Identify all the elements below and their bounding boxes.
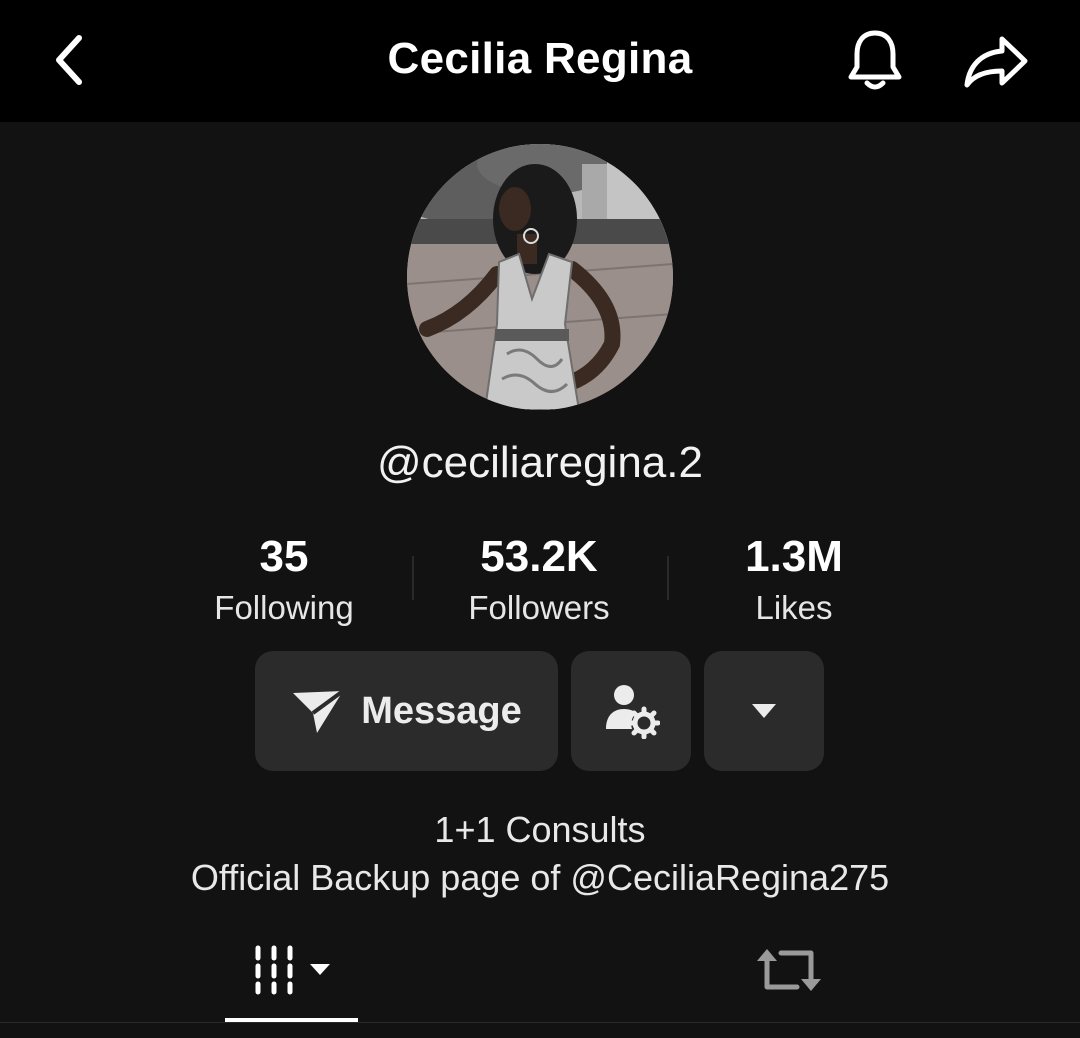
share-button[interactable] — [958, 26, 1034, 96]
top-navigation-bar: Cecilia Regina — [0, 0, 1080, 122]
followers-count: 53.2K — [480, 532, 598, 581]
back-button[interactable] — [40, 30, 96, 90]
friend-settings-button[interactable] — [571, 651, 691, 771]
tab-bar-divider — [0, 1022, 1080, 1023]
stat-divider — [667, 556, 669, 600]
more-options-button[interactable] — [704, 651, 824, 771]
bio-line-1: 1+1 Consults — [434, 809, 646, 850]
stat-followers[interactable]: 53.2K Followers — [419, 530, 659, 632]
person-gear-icon — [606, 685, 660, 739]
caret-down-icon — [752, 704, 776, 718]
stat-likes[interactable]: 1.3M Likes — [674, 530, 914, 632]
paper-plane-icon — [293, 689, 345, 733]
tab-videos[interactable] — [225, 930, 358, 1010]
notifications-button[interactable] — [840, 24, 910, 96]
chevron-left-icon — [56, 35, 82, 85]
bio-line-2: Official Backup page of @CeciliaRegina27… — [190, 857, 890, 898]
share-arrow-icon — [964, 36, 1028, 88]
profile-photo-image — [407, 144, 673, 410]
page-title: Cecilia Regina — [387, 34, 693, 83]
profile-username: @ceciliaregina.2 — [377, 438, 703, 487]
stat-divider — [412, 556, 414, 600]
message-button-label: Message — [361, 689, 522, 732]
message-button[interactable]: Message — [255, 651, 558, 771]
followers-label: Followers — [468, 589, 610, 626]
likes-count: 1.3M — [745, 532, 843, 581]
bell-icon — [848, 30, 902, 90]
following-label: Following — [214, 589, 354, 626]
stat-following[interactable]: 35 Following — [164, 530, 404, 632]
profile-bio: 1+1 Consults Official Backup page of @Ce… — [0, 806, 1080, 902]
avatar[interactable] — [407, 144, 673, 410]
grid-filter-icon — [255, 945, 330, 995]
likes-label: Likes — [755, 589, 833, 626]
repost-icon — [756, 949, 821, 991]
tab-reposts[interactable] — [722, 930, 855, 1010]
following-count: 35 — [259, 532, 309, 581]
